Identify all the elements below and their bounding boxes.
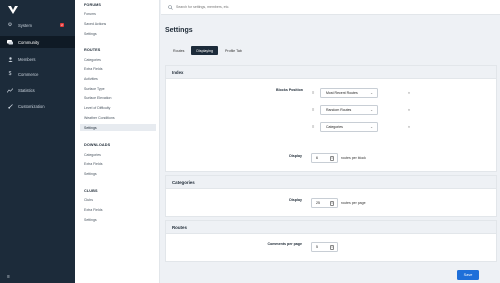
remove-icon[interactable]: ×	[408, 125, 412, 129]
chevron-down-icon: ⌄	[370, 125, 373, 129]
gear-icon: ⚙	[7, 22, 13, 28]
dollar-icon: $	[8, 71, 12, 77]
select-value: Most Recent Routes	[326, 91, 358, 95]
input-value: 25	[316, 201, 320, 205]
nav-item-saved-actions[interactable]: Saved Actions	[84, 22, 106, 26]
index-display-unit: routes per block	[341, 156, 366, 160]
select-value: Categories	[326, 125, 343, 129]
user-icon	[7, 56, 13, 62]
nav-item-download-categories[interactable]: Categories	[84, 153, 101, 157]
sidebar-item-statistics[interactable]: Statistics	[0, 84, 75, 96]
nav-item-downloads-settings[interactable]: Settings	[84, 172, 97, 176]
nav-item-club-extra-fields[interactable]: Extra Fields	[84, 208, 102, 212]
categories-display-input[interactable]: 25 ⇕	[311, 198, 338, 208]
chat-icon	[7, 39, 13, 45]
nav-item-weather-conditions[interactable]: Weather Conditions	[84, 116, 115, 120]
nav-item-clubs-settings[interactable]: Settings	[84, 218, 97, 222]
block-select-2[interactable]: Random Routes ⌄	[320, 105, 378, 115]
search-icon	[168, 4, 173, 10]
sidebar-item-community[interactable]: Community	[0, 36, 75, 48]
blocks-position-label: Blocks Position	[276, 88, 303, 92]
routes-panel: Routes	[165, 220, 497, 262]
drag-handle-icon[interactable]: ≡	[312, 125, 316, 129]
remove-icon[interactable]: ×	[408, 108, 412, 112]
sidebar-item-commerce[interactable]: $ Commerce	[0, 68, 75, 80]
tab-profile-tab[interactable]: Profile Tab	[220, 46, 247, 55]
input-value: 6	[316, 156, 318, 160]
sidebar-item-label: Members	[18, 56, 36, 62]
categories-heading: Categories	[166, 176, 496, 189]
input-value: 5	[316, 245, 318, 249]
categories-panel: Categories	[165, 175, 497, 217]
nav-item-forums-settings[interactable]: Settings	[84, 32, 97, 36]
nav-heading-routes: ROUTES	[84, 48, 101, 52]
sidebar-item-system[interactable]: ⚙ System 2	[0, 19, 75, 31]
logo-icon[interactable]	[8, 5, 18, 15]
chevron-down-icon: ⌄	[370, 108, 373, 112]
tab-routes[interactable]: Routes	[168, 46, 189, 55]
nav-item-forums[interactable]: Forums	[84, 12, 96, 16]
main-sidebar: ⚙ System 2 Community Members $ Commerce …	[0, 0, 75, 283]
save-button[interactable]: Save	[457, 270, 479, 280]
stepper-icon[interactable]: ⇕	[330, 201, 334, 206]
settings-tabs: Routes Displaying Profile Tab	[168, 46, 247, 55]
chevron-down-icon: ⌄	[370, 91, 373, 95]
tab-displaying[interactable]: Displaying	[191, 46, 218, 55]
sidebar-item-customization[interactable]: Customization	[0, 100, 75, 112]
nav-item-download-extra-fields[interactable]: Extra Fields	[84, 162, 102, 166]
stepper-icon[interactable]: ⇕	[330, 156, 334, 161]
drag-handle-icon[interactable]: ≡	[312, 108, 316, 112]
categories-display-unit: routes per page	[341, 201, 366, 205]
chart-icon	[7, 87, 13, 93]
nav-heading-clubs: CLUBS	[84, 189, 98, 193]
search-input[interactable]	[176, 5, 376, 9]
sidebar-item-label: System	[18, 22, 32, 28]
categories-display-label: Display	[289, 198, 302, 202]
select-value: Random Routes	[326, 108, 352, 112]
notification-badge: 2	[60, 23, 64, 27]
nav-item-surface-type[interactable]: Surface Type	[84, 87, 105, 91]
menu-icon[interactable]: ≡	[7, 274, 10, 280]
nav-item-surface-elevation[interactable]: Surface Elevation	[84, 96, 111, 100]
nav-item-clubs[interactable]: Clubs	[84, 198, 93, 202]
sidebar-item-members[interactable]: Members	[0, 53, 75, 65]
comments-per-page-label: Comments per page	[267, 242, 302, 246]
nav-item-activities[interactable]: Activities	[84, 77, 98, 81]
top-bar	[161, 0, 500, 15]
section-nav: FORUMS Forums Saved Actions Settings ROU…	[75, 0, 160, 283]
nav-item-routes-settings[interactable]: Settings	[80, 124, 156, 131]
drag-handle-icon[interactable]: ≡	[312, 91, 316, 95]
page-title: Settings	[165, 27, 193, 34]
stepper-icon[interactable]: ⇕	[330, 245, 334, 250]
nav-heading-downloads: DOWNLOADS	[84, 143, 111, 147]
remove-icon[interactable]: ×	[408, 91, 412, 95]
nav-heading-forums: FORUMS	[84, 3, 102, 7]
block-select-3[interactable]: Categories ⌄	[320, 122, 378, 132]
index-heading: Index	[166, 66, 496, 79]
routes-heading: Routes	[166, 221, 496, 234]
sidebar-item-label: Commerce	[18, 71, 39, 77]
comments-per-page-input[interactable]: 5 ⇕	[311, 242, 338, 252]
nav-item-route-extra-fields[interactable]: Extra Fields	[84, 67, 102, 71]
brush-icon	[7, 103, 13, 109]
index-display-label: Display	[289, 154, 302, 158]
sidebar-item-label: Statistics	[18, 87, 35, 93]
index-display-input[interactable]: 6 ⇕	[311, 153, 338, 163]
sidebar-item-label: Customization	[18, 103, 45, 109]
block-select-1[interactable]: Most Recent Routes ⌄	[320, 88, 378, 98]
sidebar-item-label: Community	[18, 39, 40, 45]
nav-item-level-of-difficulty[interactable]: Level of Difficulty	[84, 106, 110, 110]
nav-item-route-categories[interactable]: Categories	[84, 58, 101, 62]
